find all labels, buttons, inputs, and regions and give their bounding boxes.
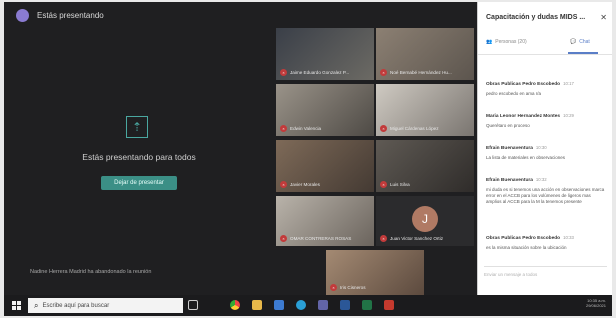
pdf-icon[interactable] xyxy=(384,300,394,310)
file-explorer-icon[interactable] xyxy=(252,300,262,310)
video-tile[interactable]: × Iris Cisneros xyxy=(326,250,424,295)
mic-muted-icon: × xyxy=(280,181,287,188)
meeting-window: Estás presentando ⇡ Estás presentando pa… xyxy=(4,2,612,295)
taskbar-search-box[interactable]: ⌕ Escribe aquí para buscar xyxy=(28,298,183,313)
mic-muted-icon: × xyxy=(380,69,387,76)
message-text: La lista de materiales en observaciones xyxy=(486,155,566,160)
participant-name: Jaime Eduardo Gonzalez P... xyxy=(290,70,350,75)
task-view-icon[interactable] xyxy=(188,300,198,310)
message-text: pedro escobedo en ama r/a xyxy=(486,91,542,96)
message-author: Obras Publicas Pedro Escobedo xyxy=(486,236,561,241)
clock-date: 29/06/2021 xyxy=(585,303,606,308)
participant-name: Edwin Valencia xyxy=(290,126,322,131)
word-icon[interactable] xyxy=(340,300,350,310)
message-time: 10:30 xyxy=(535,145,547,150)
participant-name: Noé Bernabé Hernández Hu... xyxy=(390,70,452,75)
message-text: Querétaro en proceso xyxy=(486,123,530,128)
teams-logo-icon xyxy=(16,8,29,22)
meeting-status-title: Estás presentando xyxy=(37,10,104,20)
meeting-chat-title: Capacitación y dudas MIDS ... xyxy=(486,14,586,21)
chat-message: Efrain Buenaventura 10:32 mi duda es si t… xyxy=(486,168,606,205)
video-tile[interactable]: J × Juan Victor Sanchez Ortiz xyxy=(376,196,474,246)
participant-name: Juan Victor Sanchez Ortiz xyxy=(390,236,444,241)
chat-message: Obras Publicas Pedro Escobedo 10:33 es la… xyxy=(486,226,606,251)
message-time: 10:32 xyxy=(535,177,547,182)
tab-chat[interactable]: 💬 Chat xyxy=(570,39,590,45)
video-grid: × Jaime Eduardo Gonzalez P... × Noé Bernab… xyxy=(276,28,476,295)
participant-name: OMAR CONTRERAS ROSAS xyxy=(290,236,352,241)
store-icon[interactable] xyxy=(274,300,284,310)
presenting-area: ⇡ Estás presentando para todos Dejar de … xyxy=(4,28,274,283)
participant-avatar: J xyxy=(412,206,438,232)
video-tile[interactable]: × Luis Silva xyxy=(376,140,474,192)
close-icon[interactable]: ✕ xyxy=(600,13,607,22)
chat-message: Maria Leonor Hernandez Montes 10:29 Queré… xyxy=(486,104,606,129)
windows-start-icon[interactable] xyxy=(12,301,21,310)
mic-muted-icon: × xyxy=(280,235,287,242)
mic-muted-icon: × xyxy=(280,69,287,76)
mic-muted-icon: × xyxy=(380,181,387,188)
video-tile[interactable]: × Javier Morales xyxy=(276,140,374,192)
chat-message: Efrain Buenaventura 10:30 La lista de mat… xyxy=(486,136,606,161)
excel-icon[interactable] xyxy=(362,300,372,310)
share-screen-icon: ⇡ xyxy=(126,116,148,138)
video-tile[interactable]: × Miguel Cárdenas López xyxy=(376,84,474,136)
stop-presenting-button[interactable]: Dejar de presentar xyxy=(101,176,177,190)
message-author: Efrain Buenaventura xyxy=(486,146,533,151)
participant-name: Javier Morales xyxy=(290,182,320,187)
video-tile[interactable]: × Noé Bernabé Hernández Hu... xyxy=(376,28,474,80)
mic-muted-icon: × xyxy=(280,125,287,132)
chat-icon: 💬 xyxy=(570,39,577,45)
message-text: es la misma situación sobre la ubicación xyxy=(486,245,567,250)
panel-tabs: 👥 Personas (20) 💬 Chat xyxy=(478,36,612,55)
mic-muted-icon: × xyxy=(380,125,387,132)
video-tile[interactable]: × Jaime Eduardo Gonzalez P... xyxy=(276,28,374,80)
system-clock[interactable]: 10:35 a.m. 29/06/2021 xyxy=(586,298,606,308)
tab-participants[interactable]: 👥 Personas (20) xyxy=(486,39,527,45)
windows-taskbar: ⌕ Escribe aquí para buscar 10:35 a.m. 29… xyxy=(4,295,612,316)
taskbar-search-placeholder: Escribe aquí para buscar xyxy=(42,302,110,309)
message-text: mi duda es si tenemos una acción en obse… xyxy=(486,187,605,204)
video-tile[interactable]: × OMAR CONTRERAS ROSAS xyxy=(276,196,374,246)
edge-icon[interactable] xyxy=(296,300,306,310)
presenting-message: Estás presentando para todos xyxy=(82,152,196,162)
meeting-topbar: Estás presentando xyxy=(4,2,474,28)
participant-left-notice: Nadine Herrera Madrid ha abandonado la r… xyxy=(30,269,152,275)
message-author: Maria Leonor Hernandez Montes xyxy=(486,114,561,119)
participant-name: Luis Silva xyxy=(390,182,410,187)
message-time: 10:17 xyxy=(563,81,574,86)
message-author: Obras Publicas Pedro Escobedo xyxy=(486,82,561,87)
message-author: Efrain Buenaventura xyxy=(486,178,533,183)
participant-name: Iris Cisneros xyxy=(340,285,366,290)
chat-panel: Capacitación y dudas MIDS ... ✕ 👥 Person… xyxy=(477,2,612,295)
teams-icon[interactable] xyxy=(318,300,328,310)
mic-muted-icon: × xyxy=(330,284,337,291)
chat-message: Obras Publicas Pedro Escobedo 10:17 pedro… xyxy=(486,72,606,97)
people-icon: 👥 xyxy=(486,39,493,45)
message-time: 10:33 xyxy=(563,235,574,240)
mic-muted-icon: × xyxy=(380,235,387,242)
participant-name: Miguel Cárdenas López xyxy=(390,126,439,131)
search-icon: ⌕ xyxy=(34,300,39,310)
video-tile[interactable]: × Edwin Valencia xyxy=(276,84,374,136)
active-tab-indicator xyxy=(568,52,598,54)
message-time: 10:29 xyxy=(563,113,574,118)
chat-compose-input[interactable]: Enviar un mensaje a todos xyxy=(484,266,607,281)
chrome-icon[interactable] xyxy=(230,300,240,310)
